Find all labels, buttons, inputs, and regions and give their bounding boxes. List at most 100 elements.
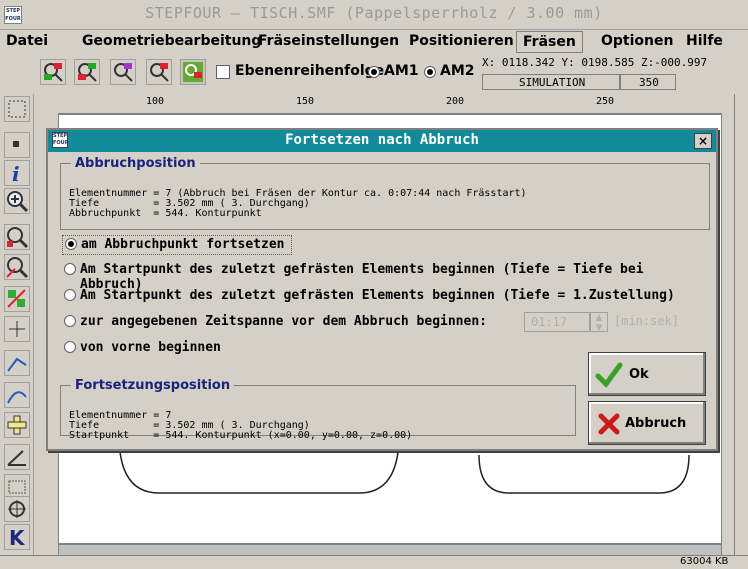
point-tool-button[interactable]	[4, 132, 30, 158]
zoom-out-button[interactable]	[4, 254, 30, 280]
window-title-bar: STEP FOUR STEPFOUR – TISCH.SMF (Pappelspe…	[0, 0, 748, 30]
magnifier-layer-icon	[78, 63, 97, 82]
menu-hilfe[interactable]: Hilfe	[686, 33, 723, 49]
crosshair-button[interactable]	[4, 412, 30, 438]
option-fortsetzen[interactable]: am Abbruchpunkt fortsetzen	[62, 235, 292, 255]
option-radio[interactable]	[64, 289, 76, 301]
magnifier-layer-icon	[114, 63, 133, 82]
ruler-tick-label: 150	[296, 96, 315, 107]
magnifier-layer-icon	[44, 63, 63, 82]
option-label: Am Startpunkt des zuletzt gefrästen Elem…	[80, 288, 675, 303]
ruler-tick-label: 200	[446, 96, 465, 107]
angle-icon	[7, 450, 26, 466]
k-letter-icon: K	[9, 526, 26, 550]
am1-radio[interactable]	[368, 66, 380, 78]
layer-red-button[interactable]	[40, 59, 66, 85]
time-spinner[interactable]: ▲ ▼	[590, 312, 608, 333]
point-icon	[13, 141, 19, 147]
target-button[interactable]	[4, 496, 30, 522]
simulation-label: SIMULATION	[519, 76, 586, 89]
simulation-value-box: 350	[620, 74, 676, 90]
time-unit-label: [min:sek]	[614, 314, 680, 328]
menu-optionen[interactable]: Optionen	[601, 33, 673, 49]
move-points-button[interactable]	[4, 316, 30, 342]
target-icon	[8, 500, 26, 518]
memory-readout: 63004 KB	[680, 556, 729, 567]
ebenenreihenfolge-label: Ebenenreihenfolge	[235, 63, 385, 79]
magnifier-layer-icon	[183, 62, 203, 82]
abbruch-line: Abbruchpunkt = 544. Konturpunkt	[69, 208, 262, 219]
ruler-tick-label: 250	[596, 96, 615, 107]
dialog-title-bar: STEP FOUR Fortsetzen nach Abbruch ×	[48, 130, 716, 152]
right-layer-panel	[734, 94, 748, 559]
fortsetzungsposition-legend: Fortsetzungsposition	[75, 378, 231, 393]
option-startpunkt-abbruch[interactable]: Am Startpunkt des zuletzt gefrästen Elem…	[62, 261, 712, 292]
cancel-x-icon	[598, 413, 620, 435]
select-frame-icon	[8, 100, 26, 118]
layer-active-button[interactable]	[180, 59, 206, 85]
am2-radio[interactable]	[424, 66, 436, 78]
zoom-in-icon	[7, 191, 29, 213]
layer-combo-button[interactable]	[146, 59, 172, 85]
layers-button[interactable]	[4, 286, 30, 312]
main-toolbar: Ebenenreihenfolge AM1 AM2 X: 0118.342 Y:…	[0, 54, 748, 94]
menu-positionieren[interactable]: Positionieren	[409, 33, 514, 49]
time-input[interactable]: 01:17	[524, 312, 590, 332]
angle-tool-button[interactable]	[4, 444, 30, 470]
simulation-box: SIMULATION	[482, 74, 620, 90]
option-label: am Abbruchpunkt fortsetzen	[81, 237, 285, 252]
option-radio[interactable]	[64, 315, 76, 327]
select-tool-button[interactable]	[4, 96, 30, 122]
k-tool-button[interactable]: K	[4, 524, 30, 550]
am1-label: AM1	[384, 63, 419, 79]
horizontal-ruler: 100 150 200 250	[58, 94, 722, 114]
info-button[interactable]: i	[4, 160, 30, 186]
layer-green-button[interactable]	[74, 59, 100, 85]
option-startpunkt-zustellung[interactable]: Am Startpunkt des zuletzt gefrästen Elem…	[62, 287, 712, 307]
option-von-vorne[interactable]: von vorne beginnen	[62, 339, 262, 359]
zoom-in-button[interactable]	[4, 188, 30, 214]
menu-geometriebearbeitung[interactable]: Geometriebearbeitung	[82, 33, 261, 49]
status-bar: 63004 KB	[0, 555, 748, 569]
layer-purple-button[interactable]	[110, 59, 136, 85]
checkmark-icon	[595, 362, 623, 388]
contour-icon	[7, 357, 27, 372]
coordinate-readout: X: 0118.342 Y: 0198.585 Z:-000.997	[482, 56, 708, 69]
abbruch-button[interactable]: Abbruch	[588, 401, 706, 445]
fortsetzung-line: Startpunkt = 544. Konturpunkt (x=0.00, y…	[69, 430, 413, 441]
menu-fraeseinstellungen[interactable]: Fräseinstellungen	[258, 33, 399, 49]
window-title: STEPFOUR – TISCH.SMF (Pappelsperrholz / …	[145, 4, 603, 22]
option-label: von vorne beginnen	[80, 340, 221, 355]
option-zeitspanne[interactable]: zur angegebenen Zeitspanne vor dem Abbru…	[62, 313, 522, 333]
ok-button[interactable]: Ok	[588, 352, 706, 396]
ebenenreihenfolge-checkbox[interactable]	[216, 65, 230, 79]
svg-text:i: i	[12, 162, 20, 185]
menu-bar: Datei Geometriebearbeitung Fräseinstellu…	[0, 30, 748, 54]
simulation-value: 350	[639, 76, 659, 89]
svg-text:K: K	[9, 526, 26, 549]
info-icon: i	[12, 162, 20, 186]
option-label: zur angegebenen Zeitspanne vor dem Abbru…	[80, 314, 487, 329]
resume-dialog: STEP FOUR Fortsetzen nach Abbruch × Abbru…	[46, 128, 718, 451]
abbruchposition-group: Abbruchposition Elementnummer = 7 (Abbru…	[60, 156, 710, 230]
option-radio[interactable]	[64, 263, 76, 275]
am2-label: AM2	[440, 63, 475, 79]
ruler-tick-label: 100	[146, 96, 165, 107]
add-contour-button[interactable]	[4, 350, 30, 376]
arc-tool-button[interactable]	[4, 382, 30, 408]
left-toolbar: i K	[0, 94, 34, 559]
magnifier-layer-icon	[150, 63, 169, 82]
ok-label: Ok	[629, 367, 649, 382]
option-radio[interactable]	[65, 238, 77, 250]
option-radio[interactable]	[64, 341, 76, 353]
menu-datei[interactable]: Datei	[6, 33, 48, 49]
fortsetzungsposition-group: Fortsetzungsposition Elementnummer = 7 T…	[60, 378, 576, 441]
close-button[interactable]: ×	[694, 133, 712, 149]
layers-icon	[7, 289, 26, 308]
arc-icon	[7, 391, 27, 404]
crosshair-icon	[7, 415, 27, 435]
abbruch-label: Abbruch	[625, 416, 687, 431]
menu-fraesen[interactable]: Fräsen	[516, 31, 583, 53]
zoom-area-button[interactable]	[4, 224, 30, 250]
move-points-icon	[9, 321, 25, 337]
